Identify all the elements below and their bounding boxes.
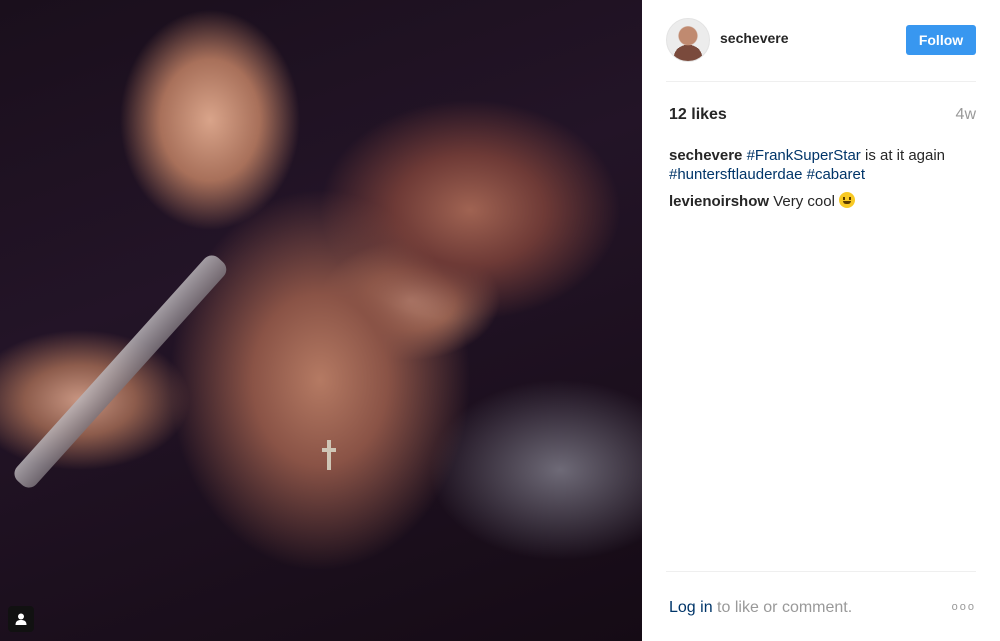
comments-list: sechevere #FrankSuperStar is at it again… (669, 146, 989, 219)
hashtag-cabaret[interactable]: #cabaret (807, 166, 865, 183)
divider (666, 81, 976, 82)
follow-button[interactable]: Follow (906, 25, 976, 55)
post-photo[interactable] (0, 0, 642, 641)
likes-count[interactable]: 12 likes (669, 106, 727, 124)
avatar[interactable] (666, 18, 710, 62)
cross-pendant (322, 440, 336, 470)
caption-text: is at it again (860, 147, 946, 164)
hashtag-huntersftlauderdae[interactable]: #huntersftlauderdae (669, 166, 802, 183)
login-prompt-text: to like or comment. (712, 599, 853, 616)
post-header: sechevere Follow (666, 18, 976, 64)
more-options-icon[interactable]: ooo (952, 601, 976, 613)
microphone-stand (10, 251, 231, 492)
comment-text: Very cool (773, 193, 835, 210)
caption: sechevere #FrankSuperStar is at it again… (669, 146, 989, 184)
person-icon (15, 613, 27, 625)
comment-item: levienoirshow Very cool (669, 192, 989, 211)
caption-author[interactable]: sechevere (669, 147, 742, 164)
username-link[interactable]: sechevere (720, 30, 789, 46)
divider (666, 571, 976, 572)
post-age[interactable]: 4w (956, 106, 976, 124)
login-link[interactable]: Log in (669, 599, 713, 616)
hashtag-franksuperstar[interactable]: #FrankSuperStar (747, 147, 861, 164)
login-prompt: Log in to like or comment. (669, 599, 852, 617)
smiley-emoji-icon (839, 192, 856, 208)
comment-author[interactable]: levienoirshow (669, 193, 769, 210)
tagged-user-icon[interactable] (8, 606, 34, 632)
post-side-panel: sechevere Follow 12 likes 4w sechevere #… (642, 0, 1000, 641)
